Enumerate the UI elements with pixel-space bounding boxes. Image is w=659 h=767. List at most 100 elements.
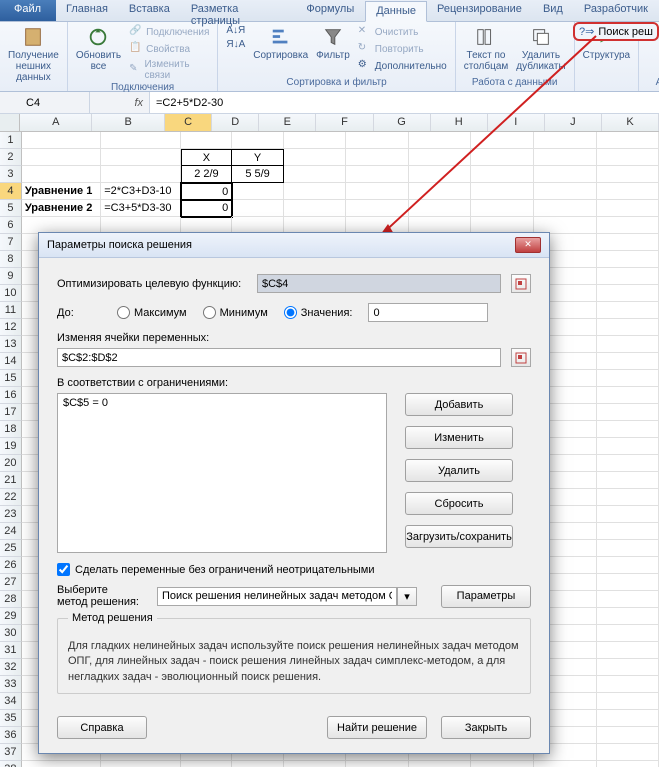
cell[interactable]: [346, 132, 409, 149]
solve-button[interactable]: Найти решение: [327, 716, 427, 739]
sort-button[interactable]: Сортировка: [251, 24, 310, 63]
cell[interactable]: [284, 200, 347, 217]
edit-links-button[interactable]: ✎Изменить связи: [127, 58, 211, 82]
row-header[interactable]: 17: [0, 404, 22, 421]
cell[interactable]: [534, 166, 597, 183]
cell[interactable]: =2*C3+D3-10: [101, 183, 180, 200]
col-header[interactable]: B: [92, 114, 164, 131]
cell[interactable]: [597, 557, 659, 574]
reapply-button[interactable]: ↻Повторить: [356, 41, 449, 57]
row-header[interactable]: 37: [0, 744, 22, 761]
select-all-corner[interactable]: [0, 114, 20, 131]
cell[interactable]: 5 5/9: [232, 166, 284, 183]
close-dialog-button[interactable]: Закрыть: [441, 716, 531, 739]
col-header[interactable]: C: [165, 114, 212, 131]
row-header[interactable]: 36: [0, 727, 22, 744]
cell[interactable]: [101, 149, 180, 166]
load-save-button[interactable]: Загрузить/сохранить: [405, 525, 513, 548]
cell[interactable]: Уравнение 2: [22, 200, 101, 217]
col-header[interactable]: A: [20, 114, 92, 131]
col-header[interactable]: K: [602, 114, 659, 131]
row-header[interactable]: 22: [0, 489, 22, 506]
col-header[interactable]: D: [212, 114, 259, 131]
cell[interactable]: [534, 761, 597, 767]
objective-input[interactable]: [257, 274, 501, 293]
row-header[interactable]: 7: [0, 234, 22, 251]
row-header[interactable]: 12: [0, 319, 22, 336]
row-header[interactable]: 4: [0, 183, 22, 200]
row-header[interactable]: 10: [0, 285, 22, 302]
row-header[interactable]: 1: [0, 132, 22, 149]
cell[interactable]: X: [181, 149, 233, 166]
cell[interactable]: [471, 132, 534, 149]
row-header[interactable]: 32: [0, 659, 22, 676]
cell[interactable]: [597, 217, 659, 234]
row-header[interactable]: 15: [0, 370, 22, 387]
cell[interactable]: [284, 132, 347, 149]
ref-picker-button[interactable]: [511, 274, 531, 293]
tab-home[interactable]: Главная: [56, 0, 119, 21]
dialog-titlebar[interactable]: Параметры поиска решения ✕: [39, 233, 549, 258]
cell[interactable]: [232, 132, 284, 149]
cell-active[interactable]: 0: [181, 183, 233, 200]
cell[interactable]: [597, 727, 659, 744]
row-header[interactable]: 18: [0, 421, 22, 438]
ref-picker-button[interactable]: [511, 348, 531, 367]
cell[interactable]: [597, 149, 659, 166]
tab-review[interactable]: Рецензирование: [427, 0, 533, 21]
cell[interactable]: [346, 183, 409, 200]
cell[interactable]: [471, 166, 534, 183]
cell[interactable]: [597, 166, 659, 183]
row-header[interactable]: 31: [0, 642, 22, 659]
row-header[interactable]: 29: [0, 608, 22, 625]
constraints-listbox[interactable]: $C$5 = 0: [57, 393, 387, 553]
tab-file[interactable]: Файл: [0, 0, 56, 21]
connections-button[interactable]: 🔗Подключения: [127, 24, 211, 40]
cell[interactable]: [597, 370, 659, 387]
cell[interactable]: [597, 506, 659, 523]
row-header[interactable]: 20: [0, 455, 22, 472]
row-header[interactable]: 6: [0, 217, 22, 234]
cell[interactable]: [597, 625, 659, 642]
tab-data[interactable]: Данные: [365, 1, 427, 22]
col-header[interactable]: J: [545, 114, 602, 131]
row-header[interactable]: 35: [0, 710, 22, 727]
tab-formulas[interactable]: Формулы: [296, 0, 365, 21]
cell[interactable]: [597, 659, 659, 676]
clear-filter-button[interactable]: ✕Очистить: [356, 24, 449, 40]
cell[interactable]: [597, 591, 659, 608]
cell[interactable]: [597, 234, 659, 251]
cell[interactable]: [409, 132, 472, 149]
value-radio[interactable]: Значения:: [284, 306, 353, 319]
dropdown-button[interactable]: ▾: [397, 587, 417, 606]
cell[interactable]: [232, 200, 284, 217]
add-constraint-button[interactable]: Добавить: [405, 393, 513, 416]
row-header[interactable]: 25: [0, 540, 22, 557]
row-header[interactable]: 23: [0, 506, 22, 523]
change-constraint-button[interactable]: Изменить: [405, 426, 513, 449]
row-header[interactable]: 24: [0, 523, 22, 540]
advanced-filter-button[interactable]: ⚙Дополнительно: [356, 58, 449, 74]
cell[interactable]: [597, 200, 659, 217]
cell[interactable]: [597, 132, 659, 149]
cell[interactable]: [597, 421, 659, 438]
nonneg-checkbox[interactable]: Сделать переменные без ограничений неотр…: [57, 563, 531, 576]
row-header[interactable]: 28: [0, 591, 22, 608]
refresh-all-button[interactable]: Обновить все: [74, 24, 123, 74]
tab-view[interactable]: Вид: [533, 0, 574, 21]
cell[interactable]: [597, 574, 659, 591]
reset-button[interactable]: Сбросить: [405, 492, 513, 515]
cell[interactable]: [534, 149, 597, 166]
cell[interactable]: [597, 693, 659, 710]
cell[interactable]: [534, 132, 597, 149]
cell[interactable]: [597, 455, 659, 472]
row-header[interactable]: 38: [0, 761, 22, 767]
row-header[interactable]: 19: [0, 438, 22, 455]
cell[interactable]: [597, 540, 659, 557]
row-header[interactable]: 9: [0, 268, 22, 285]
row-header[interactable]: 11: [0, 302, 22, 319]
col-header[interactable]: I: [488, 114, 545, 131]
cell[interactable]: [597, 489, 659, 506]
cell[interactable]: [346, 761, 409, 767]
help-button[interactable]: Справка: [57, 716, 147, 739]
